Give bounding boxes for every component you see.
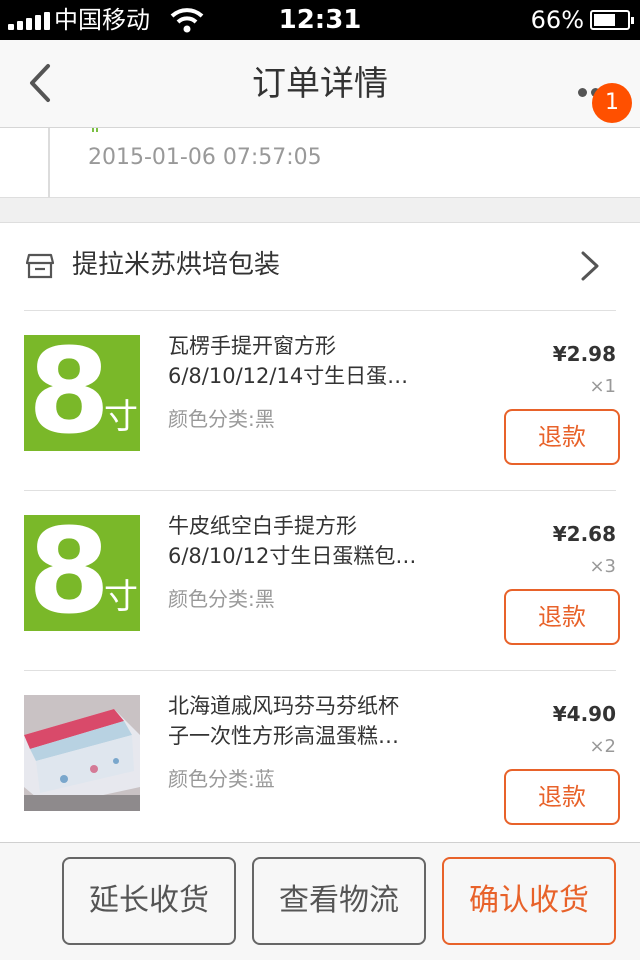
product-title: 瓦楞手提开窗方形 6/8/10/12/14寸生日蛋… (168, 331, 458, 391)
refund-button[interactable]: 退款 (504, 589, 620, 645)
chevron-right-icon (581, 251, 599, 281)
product-price: ¥4.90 (552, 702, 616, 726)
paper-cups-photo (24, 695, 140, 811)
order-item[interactable]: 8 寸 牛皮纸空白手提方形 6/8/10/12寸生日蛋糕包… 颜色分类:黑 ¥2… (0, 491, 640, 671)
logistics-time: 2015-01-06 07:57:05 (88, 145, 322, 170)
product-title-line: 6/8/10/12寸生日蛋糕包… (168, 544, 417, 568)
view-logistics-button[interactable]: 查看物流 (252, 857, 426, 945)
bottom-action-bar: 延长收货 查看物流 确认收货 (0, 842, 640, 960)
shop-name: 提拉米苏烘培包装 (72, 250, 281, 280)
page-title: 订单详情 (252, 64, 388, 104)
thumbnail-size-unit: 寸 (104, 397, 138, 437)
battery-percentage: 66% (530, 6, 584, 34)
product-price: ¥2.68 (552, 522, 616, 546)
product-sku: 颜色分类:蓝 (168, 767, 275, 791)
thumbnail-size-number: 8 (28, 335, 111, 451)
product-thumbnail: 8 寸 (24, 515, 140, 631)
battery-icon (590, 10, 634, 30)
logistics-section[interactable]: 2015-01-06 07:57:05 (0, 128, 640, 198)
store-icon (26, 253, 54, 279)
notification-badge: 1 (592, 83, 632, 123)
product-sku: 颜色分类:黑 (168, 587, 275, 611)
confirm-receipt-button[interactable]: 确认收货 (442, 857, 616, 945)
shop-header[interactable]: 提拉米苏烘培包装 (0, 223, 640, 311)
order-item[interactable]: 北海道戚风玛芬马芬纸杯 子一次性方形高温蛋糕… 颜色分类:蓝 ¥4.90 ×2 … (0, 671, 640, 851)
shop-card: 提拉米苏烘培包装 8 寸 瓦楞手提开窗方形 6/8/10/12/14寸生日蛋… … (0, 222, 640, 842)
product-title-line: 子一次性方形高温蛋糕… (168, 724, 399, 748)
product-title: 牛皮纸空白手提方形 6/8/10/12寸生日蛋糕包… (168, 511, 458, 571)
product-title: 北海道戚风玛芬马芬纸杯 子一次性方形高温蛋糕… (168, 691, 458, 751)
product-thumbnail (24, 695, 140, 811)
thumbnail-size-unit: 寸 (104, 577, 138, 617)
status-bar: 中国移动 12:31 66% (0, 0, 640, 40)
refund-button[interactable]: 退款 (504, 409, 620, 465)
nav-bar: 订单详情 1 (0, 40, 640, 128)
extend-receipt-button[interactable]: 延长收货 (62, 857, 236, 945)
product-title-line: 牛皮纸空白手提方形 (168, 514, 357, 538)
product-title-line: 瓦楞手提开窗方形 (168, 334, 336, 358)
product-price: ¥2.98 (552, 342, 616, 366)
product-quantity: ×3 (589, 556, 616, 577)
timeline-text-fragment (92, 128, 98, 132)
thumbnail-size-number: 8 (28, 515, 111, 631)
refund-button[interactable]: 退款 (504, 769, 620, 825)
product-quantity: ×2 (589, 736, 616, 757)
product-thumbnail: 8 寸 (24, 335, 140, 451)
product-title-line: 6/8/10/12/14寸生日蛋… (168, 364, 409, 388)
order-item[interactable]: 8 寸 瓦楞手提开窗方形 6/8/10/12/14寸生日蛋… 颜色分类:黑 ¥2… (0, 311, 640, 491)
product-quantity: ×1 (589, 376, 616, 397)
product-title-line: 北海道戚风玛芬马芬纸杯 (168, 694, 399, 718)
timeline-line (48, 128, 50, 198)
product-sku: 颜色分类:黑 (168, 407, 275, 431)
